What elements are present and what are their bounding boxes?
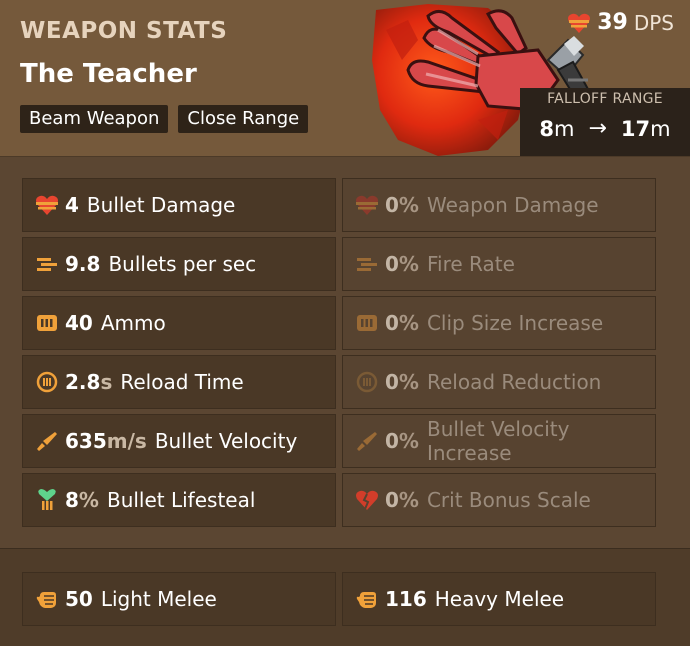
stat-crit-bonus-scale: 0% Crit Bonus Scale xyxy=(342,473,656,527)
stat-heavy-melee: 116 Heavy Melee xyxy=(342,572,656,626)
bullet-velocity-icon xyxy=(357,432,377,451)
stats-row: 635 m/s Bullet Velocity 0% Bullet Velocit… xyxy=(22,414,658,468)
stats-row: 40 Ammo 0% Clip Size Increase xyxy=(22,296,658,350)
weapon-header: WEAPON STATS The Teacher Beam Weapon Clo… xyxy=(0,0,690,157)
stat-label: Reload Reduction xyxy=(426,370,602,394)
stats-row: 2.8 s Reload Time 0% Reload Reduction xyxy=(22,355,658,409)
reload-icon xyxy=(36,371,58,393)
stats-grid: 4 Bullet Damage 0% Weapon Damage 9.8 Bul… xyxy=(22,178,658,532)
stats-row: 4 Bullet Damage 0% Weapon Damage xyxy=(22,178,658,232)
stat-label: Bullet Lifesteal xyxy=(106,488,256,512)
ammo-icon xyxy=(37,315,57,331)
stat-label: Ammo xyxy=(100,311,166,335)
falloff-from: 8m xyxy=(539,116,575,141)
stat-label: Crit Bonus Scale xyxy=(426,488,591,512)
stat-label: Bullet Damage xyxy=(86,193,236,217)
falloff-values: 8m → 17m xyxy=(520,116,690,141)
stat-label: Bullet Velocity Increase xyxy=(426,417,570,465)
stat-weapon-damage: 0% Weapon Damage xyxy=(342,178,656,232)
stat-fire-rate: 0% Fire Rate xyxy=(342,237,656,291)
falloff-to: 17m xyxy=(620,116,671,141)
panel-eyebrow: WEAPON STATS xyxy=(20,18,228,44)
dps-readout: 39 DPS xyxy=(567,10,674,35)
weapon-damage-icon xyxy=(356,195,378,215)
tag-close-range: Close Range xyxy=(178,105,309,133)
fire-rate-icon xyxy=(37,258,57,271)
bullet-velocity-icon xyxy=(37,432,57,451)
dps-value: 39 xyxy=(597,10,628,35)
tag-beam-weapon: Beam Weapon xyxy=(20,105,169,133)
stat-light-melee: 50 Light Melee xyxy=(22,572,336,626)
arrow-right-icon: → xyxy=(588,116,607,141)
fist-icon xyxy=(36,592,56,608)
stat-label: Heavy Melee xyxy=(434,587,565,611)
weapon-stats-panel: WEAPON STATS The Teacher Beam Weapon Clo… xyxy=(0,0,690,646)
stat-label: Light Melee xyxy=(100,587,217,611)
bullet-damage-icon xyxy=(36,195,58,215)
fire-rate-icon xyxy=(357,258,377,271)
lifesteal-icon xyxy=(38,489,56,510)
stats-row: 8% Bullet Lifesteal 0% Crit Bonus Scale xyxy=(22,473,658,527)
stat-label: Bullets per sec xyxy=(108,252,257,276)
ammo-icon xyxy=(357,315,377,331)
stat-bullet-lifesteal: 8% Bullet Lifesteal xyxy=(22,473,336,527)
stat-reload-reduction: 0% Reload Reduction xyxy=(342,355,656,409)
weapon-tags: Beam Weapon Close Range xyxy=(20,105,309,133)
crit-icon xyxy=(356,490,378,510)
stat-bullet-velocity: 635 m/s Bullet Velocity xyxy=(22,414,336,468)
stat-ammo: 40 Ammo xyxy=(22,296,336,350)
fist-icon xyxy=(356,592,376,608)
stats-row: 9.8 Bullets per sec 0% Fire Rate xyxy=(22,237,658,291)
falloff-title: FALLOFF RANGE xyxy=(547,91,663,107)
stat-label: Bullet Velocity xyxy=(154,429,298,453)
stat-label: Clip Size Increase xyxy=(426,311,604,335)
stat-label: Weapon Damage xyxy=(426,193,599,217)
stat-bullet-velocity-increase: 0% Bullet Velocity Increase xyxy=(342,414,656,468)
reload-icon xyxy=(356,371,378,393)
stat-label: Fire Rate xyxy=(426,252,515,276)
stat-bullet-damage: 4 Bullet Damage xyxy=(22,178,336,232)
stat-reload-time: 2.8 s Reload Time xyxy=(22,355,336,409)
dps-unit: DPS xyxy=(633,10,674,35)
stat-bullets-per-sec: 9.8 Bullets per sec xyxy=(22,237,336,291)
melee-row: 50 Light Melee 116 Heavy Melee xyxy=(22,572,656,626)
stat-label: Reload Time xyxy=(120,370,244,394)
stat-clip-size-increase: 0% Clip Size Increase xyxy=(342,296,656,350)
falloff-range-box: FALLOFF RANGE 8m → 17m xyxy=(520,88,690,156)
heart-bullet-icon xyxy=(568,13,591,33)
weapon-name: The Teacher xyxy=(20,59,197,89)
